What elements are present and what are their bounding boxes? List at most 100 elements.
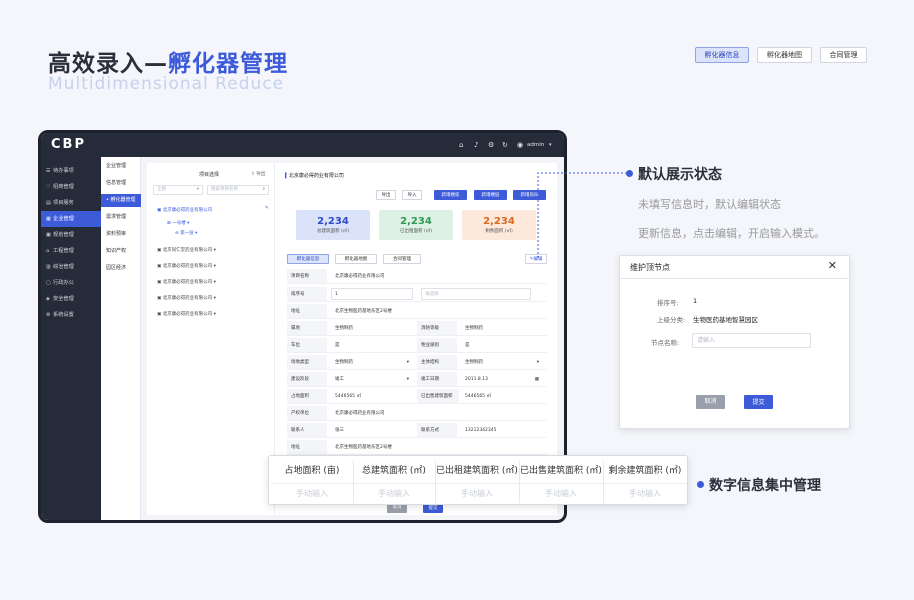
subnav-item[interactable]: 信息管理 <box>101 177 141 190</box>
sidebar-item-office[interactable]: ▢ 行政办公 <box>41 275 101 291</box>
form-row: 地址 北京生物医药基地东区2号楼 <box>287 304 547 319</box>
project-name-value[interactable]: 北京康必得药业有限公司 <box>331 269 385 284</box>
sidebar-item-project-service[interactable]: ▤ 项目服务 <box>41 195 101 211</box>
app-topbar: CBP ⌂ ♪ ⚙ ↻ ◉ admin ▾ <box>41 133 564 157</box>
tab-incubator-info[interactable]: 孵化器信息 <box>695 47 749 63</box>
manual-input-cell[interactable]: 手动输入 <box>519 483 603 503</box>
building-icon: ▦ <box>46 216 51 222</box>
calendar-icon: ▦ <box>534 377 539 382</box>
company-list-item[interactable]: ▣ 北京康必得药业有限公司 ▾ <box>157 279 216 285</box>
subnav-item[interactable]: 资料预审 <box>101 228 141 241</box>
field-label: 已出售建筑面积 <box>417 389 459 403</box>
manual-input-cell[interactable]: 手动输入 <box>603 483 687 503</box>
tab-contract-inner[interactable]: 合同管理 <box>383 254 421 264</box>
sidebar-item-engineering[interactable]: ⌂ 工程管理 <box>41 243 101 259</box>
bell-icon[interactable]: ♪ <box>474 141 478 149</box>
date-picker[interactable]: 2011.8.13 ▦ <box>461 372 541 387</box>
dialog-submit-button[interactable]: 提交 <box>744 395 773 409</box>
area-summary-table: 占地面积 (亩) 总建筑面积 (㎡) 已出租建筑面积 (㎡) 已出售建筑面积 (… <box>268 455 688 505</box>
settings-icon[interactable]: ⚙ <box>488 141 494 149</box>
briefcase-icon: ▢ <box>46 280 51 286</box>
home-icon[interactable]: ⌂ <box>459 141 463 149</box>
sidebar-item-todo[interactable]: ☰ 待办事项 <box>41 163 101 179</box>
subnav-item[interactable]: 知识产权 <box>101 245 141 258</box>
tree-building[interactable]: ⊞ 一号楼 ▾ <box>167 220 189 226</box>
tab-incubator-map-inner[interactable]: 孵化器地图 <box>335 254 377 264</box>
manual-input-cell[interactable]: 手动输入 <box>353 483 435 503</box>
form-row: 车位是物业级别是 <box>287 338 547 353</box>
manual-input-cell[interactable]: 手动输入 <box>435 483 519 503</box>
refresh-icon[interactable]: ↻ <box>502 141 508 149</box>
sort-select[interactable]: 请选择 <box>421 288 531 300</box>
sold-area-value[interactable]: 5446565 ㎡ <box>461 389 491 404</box>
user-name[interactable]: admin <box>527 141 544 149</box>
sidebar-item-investment[interactable]: ♡ 招商管理 <box>41 179 101 195</box>
close-icon[interactable]: ✕ <box>828 259 837 272</box>
tab-contract-management[interactable]: 合同管理 <box>820 47 867 63</box>
stat-label: 剩余面积 (㎡) <box>485 229 513 234</box>
form-row: 产权单位 北京康必得药业有限公司 <box>287 406 547 421</box>
tab-incubator-info-inner[interactable]: 孵化器信息 <box>287 254 329 264</box>
tree-floor[interactable]: ⊜ 第一层 ▾ <box>175 230 197 236</box>
company-list-item[interactable]: ▣ 北京康必得药业有限公司 ▾ <box>157 311 216 317</box>
fire-value[interactable]: 生物制药 <box>461 321 483 336</box>
export-link[interactable]: ⇪ 导出 <box>251 171 265 177</box>
sub-navigation: 企业管理 信息管理 • 孵化器管理 需求管理 资料预审 知识产权 园区经济 <box>101 157 141 520</box>
address-value[interactable]: 北京生物医药基地东区2号楼 <box>331 304 392 319</box>
subnav-item[interactable]: 企业管理 <box>101 160 141 173</box>
subnav-item[interactable]: 园区经济 <box>101 262 141 275</box>
list-icon: ☰ <box>46 168 51 174</box>
field-label: 车位 <box>287 338 327 352</box>
address2-value[interactable]: 北京生物医药基地东区2号楼 <box>331 440 392 455</box>
form-row: 占地面积 5446565 ㎡已出售建筑面积 5446565 ㎡ <box>287 389 547 404</box>
annotation-title-default-state: 默认展示状态 <box>638 167 722 183</box>
field-label: 联系人 <box>287 423 327 437</box>
sidebar-item-system-settings[interactable]: ⚙ 系统设置 <box>41 307 101 323</box>
sidebar-item-security[interactable]: ◈ 安全管理 <box>41 291 101 307</box>
owner-value[interactable]: 北京康必得药业有限公司 <box>331 406 385 421</box>
page-heading: 高效录入—孵化器管理 <box>48 44 288 78</box>
company-list-item[interactable]: ▣ 北京康必得药业有限公司 ▾ <box>157 263 216 269</box>
site-type-select[interactable]: 生物制药 ▾ <box>331 355 411 370</box>
sidebar-item-governance[interactable]: ▥ 综治管理 <box>41 259 101 275</box>
property-level-value[interactable]: 是 <box>461 338 470 353</box>
node-name-input[interactable]: 请输入 <box>692 333 811 348</box>
gear-icon: ⚙ <box>46 312 51 318</box>
chevron-down-icon: ▾ <box>195 231 198 236</box>
user-avatar-icon[interactable]: ◉ <box>517 141 523 149</box>
sort-input[interactable]: 1 <box>331 288 413 300</box>
form-row: 属地 生物制药 消防等级 生物制药 <box>287 321 547 336</box>
company-list-item[interactable]: ▣ 北京同仁堂药业有限公司 ▾ <box>157 247 216 253</box>
annotation-text: 未填写信息时，默认编辑状态 <box>638 198 781 211</box>
phone-value[interactable]: 13212342345 <box>461 423 497 438</box>
search-input[interactable]: 搜索项目名称 ⌕ <box>207 185 269 195</box>
sidebar-item-enterprise[interactable]: ▦ 企业管理 <box>41 211 101 227</box>
stage-select[interactable]: 竣工 ▾ <box>331 372 411 387</box>
parking-value[interactable]: 是 <box>331 338 340 353</box>
structure-select[interactable]: 生物制药 ▾ <box>461 355 541 370</box>
subnav-item-incubator[interactable]: • 孵化器管理 <box>101 194 141 207</box>
add-floor-button[interactable]: 新增楼层 <box>474 190 507 200</box>
edit-icon[interactable]: ✎ <box>265 206 269 211</box>
add-building-button[interactable]: 新增楼栋 <box>434 190 467 200</box>
user-menu-chevron-icon[interactable]: ▾ <box>549 141 552 149</box>
status-select[interactable]: 全部 ▾ <box>153 185 203 195</box>
manual-input-cell[interactable]: 手动输入 <box>271 483 353 503</box>
selected-company[interactable]: ▣ 北京康必得药业有限公司 <box>157 207 212 213</box>
field-label: 占地面积 <box>287 389 327 403</box>
chevron-down-icon: ▾ <box>406 377 409 382</box>
sidebar-item-planning[interactable]: ▣ 规划管理 <box>41 227 101 243</box>
company-list-item[interactable]: ▣ 北京康必得药业有限公司 ▾ <box>157 295 216 301</box>
contact-value[interactable]: 张三 <box>331 423 344 438</box>
land-area-value[interactable]: 5446565 ㎡ <box>331 389 361 404</box>
field-label: 竣工日期 <box>417 372 457 386</box>
tab-incubator-map[interactable]: 孵化器地图 <box>757 47 812 63</box>
dialog-divider <box>620 278 851 279</box>
field-label: 产权单位 <box>287 406 327 420</box>
maintain-node-dialog: 维护顶节点 ✕ 排序号: 1 上级分类: 生物医药基地智慧园区 节点名称: 请输… <box>619 255 851 429</box>
attr-value[interactable]: 生物制药 <box>331 321 353 336</box>
dialog-cancel-button[interactable]: 取消 <box>696 395 725 409</box>
import-button[interactable]: 导入 <box>402 190 422 200</box>
subnav-item[interactable]: 需求管理 <box>101 211 141 224</box>
export-button[interactable]: 导出 <box>376 190 396 200</box>
